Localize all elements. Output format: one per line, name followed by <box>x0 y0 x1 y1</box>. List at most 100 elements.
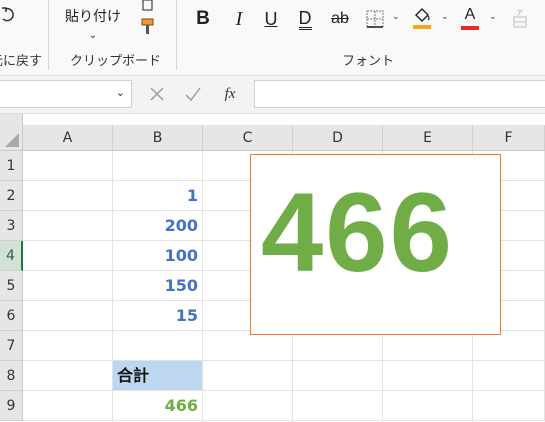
cell-b5[interactable]: 150 <box>113 271 203 301</box>
cell-b8[interactable]: 合計 <box>113 361 203 391</box>
cell-f8[interactable] <box>473 361 545 391</box>
cell-d7[interactable] <box>293 331 383 361</box>
copy-icon <box>142 0 153 11</box>
cell-d8[interactable] <box>293 361 383 391</box>
row-header-3[interactable]: 3 <box>0 211 23 241</box>
row-header-8[interactable]: 8 <box>0 361 23 391</box>
underline-button[interactable]: U <box>260 6 282 32</box>
column-header-c[interactable]: C <box>203 125 293 151</box>
fill-bucket-icon <box>415 8 430 22</box>
bold-icon: B <box>196 8 210 29</box>
cell-a3[interactable] <box>23 211 113 241</box>
cell-c9[interactable] <box>203 391 293 421</box>
formula-buttons: fx <box>138 80 253 108</box>
cell-b2[interactable]: 1 <box>113 181 203 211</box>
row-header-4[interactable]: 4 <box>0 241 23 271</box>
row-header-5[interactable]: 5 <box>0 271 23 301</box>
cell-e9[interactable] <box>383 391 473 421</box>
column-header-e[interactable]: E <box>383 125 473 151</box>
cell-b6[interactable]: 15 <box>113 301 203 331</box>
double-underline-icon: D <box>298 7 312 30</box>
italic-icon: I <box>235 7 243 30</box>
underline-icon: U <box>264 8 278 29</box>
cell-a7[interactable] <box>23 331 113 361</box>
font-group-label: フォント <box>342 54 395 69</box>
select-all-button[interactable] <box>0 114 23 151</box>
borders-button[interactable] <box>364 6 386 32</box>
svg-text:ア: ア <box>516 9 523 17</box>
row-header-7[interactable]: 7 <box>0 331 23 361</box>
phonetic-button[interactable]: ア <box>508 4 532 32</box>
select-all-triangle-icon <box>5 133 19 147</box>
undo-group-label: 元に戻す <box>0 54 43 69</box>
paste-label: 貼り付け <box>65 8 121 25</box>
cell-b1[interactable] <box>113 151 203 181</box>
row-header-2[interactable]: 2 <box>0 181 23 211</box>
cancel-button[interactable] <box>146 84 168 104</box>
column-header-f[interactable]: F <box>473 125 545 151</box>
row-header-6[interactable]: 6 <box>0 301 23 331</box>
row-header-1[interactable]: 1 <box>0 151 23 181</box>
chevron-down-icon: ⌄ <box>88 29 98 41</box>
chevron-down-icon[interactable]: ⌄ <box>441 12 449 22</box>
cell-b3[interactable]: 200 <box>113 211 203 241</box>
cell-a5[interactable] <box>23 271 113 301</box>
column-header-b[interactable]: B <box>113 125 203 151</box>
cell-a6[interactable] <box>23 301 113 331</box>
shape-text: 466 <box>261 170 454 295</box>
strikethrough-icon: ab <box>331 10 349 27</box>
cell-b9[interactable]: 466 <box>113 391 203 421</box>
font-color-button[interactable]: A <box>458 4 482 32</box>
fill-color-button[interactable] <box>410 4 434 32</box>
clipboard-group-label: クリップボード <box>70 54 162 69</box>
cell-f7[interactable] <box>473 331 545 361</box>
strikethrough-button[interactable]: ab <box>328 6 352 32</box>
format-painter-button[interactable] <box>138 16 158 38</box>
name-box[interactable]: ⌄ <box>0 80 132 108</box>
cell-f9[interactable] <box>473 391 545 421</box>
ribbon: 元に戻す 貼り付け ⌄ クリップボード B I U D ab <box>0 0 545 76</box>
chevron-down-icon[interactable]: ⌄ <box>489 12 497 22</box>
formula-input[interactable] <box>254 80 545 108</box>
grid-top-strip <box>23 114 545 125</box>
fill-color-swatch <box>413 25 431 29</box>
enter-button[interactable] <box>182 84 204 104</box>
close-icon <box>150 87 164 101</box>
borders-icon <box>366 10 384 28</box>
copy-button[interactable] <box>138 0 158 12</box>
cell-a2[interactable] <box>23 181 113 211</box>
cell-c7[interactable] <box>203 331 293 361</box>
cell-a8[interactable] <box>23 361 113 391</box>
chevron-down-icon[interactable]: ⌄ <box>392 12 400 22</box>
double-underline-button[interactable]: D <box>294 6 316 32</box>
divider <box>176 0 177 70</box>
redo-button[interactable] <box>0 2 18 26</box>
row-header-9[interactable]: 9 <box>0 391 23 421</box>
paste-button[interactable]: 貼り付け ⌄ <box>58 0 128 44</box>
formula-bar: ⌄ fx <box>0 76 545 114</box>
column-header-a[interactable]: A <box>23 125 113 151</box>
text-box-shape[interactable]: 466 <box>250 154 501 335</box>
redo-icon <box>2 7 14 22</box>
check-icon <box>185 87 201 102</box>
chevron-down-icon[interactable]: ⌄ <box>116 86 125 99</box>
cell-a1[interactable] <box>23 151 113 181</box>
bold-button[interactable]: B <box>192 6 214 32</box>
cell-b7[interactable] <box>113 331 203 361</box>
cell-a9[interactable] <box>23 391 113 421</box>
cell-d9[interactable] <box>293 391 383 421</box>
phonetic-guide-icon: ア <box>513 9 527 28</box>
divider <box>48 0 49 70</box>
cell-c8[interactable] <box>203 361 293 391</box>
font-color-swatch <box>461 26 479 30</box>
format-painter-icon <box>141 18 154 34</box>
column-header-d[interactable]: D <box>293 125 383 151</box>
cell-a4[interactable] <box>23 241 113 271</box>
insert-function-button[interactable]: fx <box>218 83 242 105</box>
cell-e7[interactable] <box>383 331 473 361</box>
font-color-icon: A <box>464 6 476 23</box>
cell-e8[interactable] <box>383 361 473 391</box>
cell-b4[interactable]: 100 <box>113 241 203 271</box>
italic-button[interactable]: I <box>228 6 250 32</box>
fx-icon: fx <box>224 85 236 102</box>
